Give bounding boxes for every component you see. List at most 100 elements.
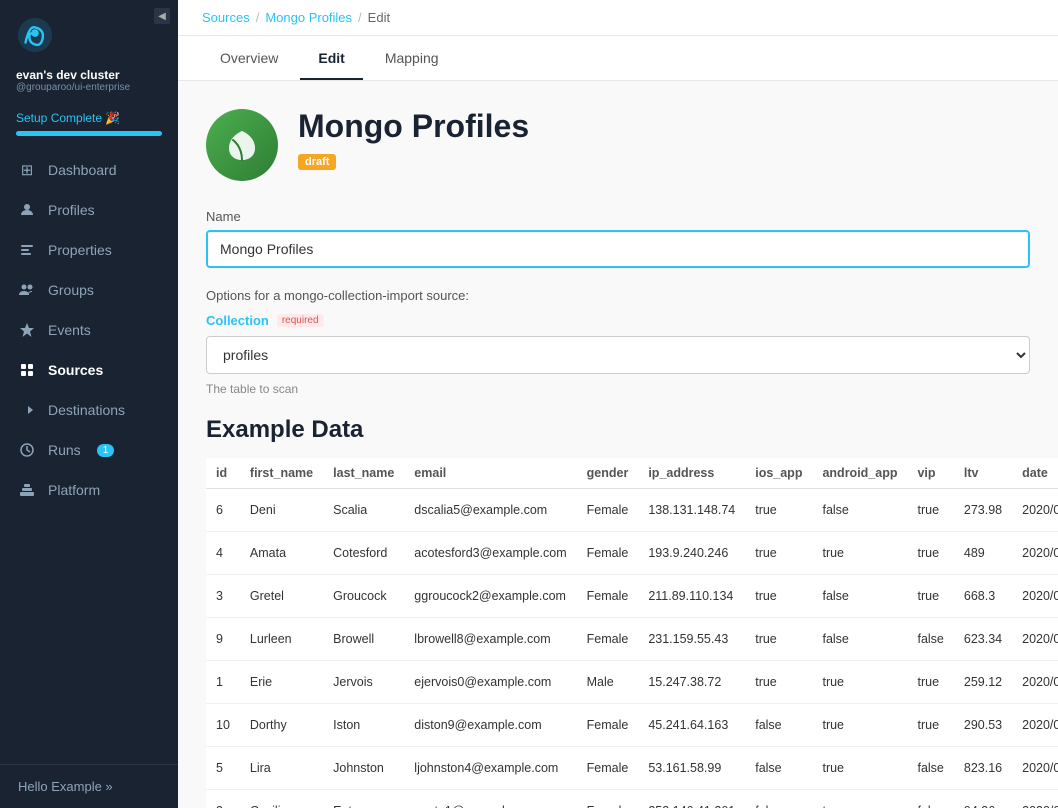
cell-ios_app: true	[745, 618, 812, 661]
cell-last_name: Iston	[323, 704, 404, 747]
example-data-title: Example Data	[206, 416, 1030, 444]
collection-select[interactable]: profiles	[206, 336, 1030, 374]
cell-android_app: false	[812, 489, 907, 532]
cell-email: lbrowell8@example.com	[404, 618, 576, 661]
cell-id: 9	[206, 618, 240, 661]
sidebar-item-destinations[interactable]: Destinations	[0, 390, 178, 430]
col-last-name: last_name	[323, 458, 404, 489]
name-label: Name	[206, 209, 1030, 224]
cell-ios_app: true	[745, 532, 812, 575]
table-body: 6DeniScaliadscalia5@example.comFemale138…	[206, 489, 1058, 808]
sources-icon	[18, 361, 36, 379]
breadcrumb-sep-2: /	[358, 10, 362, 25]
cell-ip_address: 138.131.148.74	[638, 489, 745, 532]
cell-first_name: Erie	[240, 661, 323, 704]
breadcrumb-mongo-profiles[interactable]: Mongo Profiles	[265, 10, 352, 25]
cell-ltv: 623.34	[954, 618, 1012, 661]
cell-last_name: Groucock	[323, 575, 404, 618]
sidebar-item-label-profiles: Profiles	[48, 202, 95, 218]
cell-android_app: true	[812, 704, 907, 747]
table-row: 5LiraJohnstonljohnston4@example.comFemal…	[206, 747, 1058, 790]
dashboard-icon: ⊞	[18, 161, 36, 179]
cell-id: 6	[206, 489, 240, 532]
sidebar-item-sources[interactable]: Sources	[0, 350, 178, 390]
cell-ltv: 259.12	[954, 661, 1012, 704]
setup-progress-bar	[16, 131, 162, 136]
cell-last_name: Browell	[323, 618, 404, 661]
sidebar-item-groups[interactable]: Groups	[0, 270, 178, 310]
cell-id: 1	[206, 661, 240, 704]
col-ip-address: ip_address	[638, 458, 745, 489]
cell-android_app: false	[812, 618, 907, 661]
sidebar-item-platform[interactable]: Platform	[0, 470, 178, 510]
cell-vip: true	[907, 532, 953, 575]
breadcrumb-sources[interactable]: Sources	[202, 10, 250, 25]
cell-gender: Female	[577, 575, 639, 618]
cell-last_name: Johnston	[323, 747, 404, 790]
cell-email: ggroucock2@example.com	[404, 575, 576, 618]
col-id: id	[206, 458, 240, 489]
sidebar-item-label-dashboard: Dashboard	[48, 162, 117, 178]
cell-ios_app: true	[745, 575, 812, 618]
collection-hint: The table to scan	[206, 382, 1030, 396]
table-row: 10DorthyIstondiston9@example.comFemale45…	[206, 704, 1058, 747]
cell-ios_app: true	[745, 661, 812, 704]
cell-date: 2020/02/10	[1012, 704, 1058, 747]
cell-email: ceate1@example.com	[404, 790, 576, 808]
cell-date: 2020/02/06	[1012, 489, 1058, 532]
sidebar-footer[interactable]: Hello Example »	[0, 764, 178, 808]
col-email: email	[404, 458, 576, 489]
sidebar-item-dashboard[interactable]: ⊞ Dashboard	[0, 150, 178, 190]
sidebar-collapse-button[interactable]: ◀	[154, 8, 170, 24]
cell-vip: false	[907, 618, 953, 661]
name-input[interactable]	[206, 230, 1030, 268]
cell-last_name: Jervois	[323, 661, 404, 704]
cell-ltv: 823.16	[954, 747, 1012, 790]
cell-ip_address: 193.9.240.246	[638, 532, 745, 575]
sidebar-item-events[interactable]: Events	[0, 310, 178, 350]
cell-ltv: 273.98	[954, 489, 1012, 532]
breadcrumb-edit: Edit	[368, 10, 390, 25]
table-row: 9LurleenBrowelllbrowell8@example.comFema…	[206, 618, 1058, 661]
sidebar-item-profiles[interactable]: Profiles	[0, 190, 178, 230]
sidebar-item-runs[interactable]: Runs 1	[0, 430, 178, 470]
col-android-app: android_app	[812, 458, 907, 489]
cell-android_app: true	[812, 747, 907, 790]
cell-android_app: true	[812, 661, 907, 704]
main-content: Sources / Mongo Profiles / Edit Overview…	[178, 0, 1058, 808]
cell-vip: true	[907, 489, 953, 532]
tab-overview[interactable]: Overview	[202, 36, 296, 80]
cell-ios_app: false	[745, 704, 812, 747]
cell-last_name: Scalia	[323, 489, 404, 532]
cell-gender: Female	[577, 489, 639, 532]
cell-ip_address: 15.247.38.72	[638, 661, 745, 704]
cell-gender: Male	[577, 661, 639, 704]
cell-vip: true	[907, 575, 953, 618]
collection-label-row: Collection required	[206, 313, 1030, 328]
cell-email: ljohnston4@example.com	[404, 747, 576, 790]
col-vip: vip	[907, 458, 953, 489]
sidebar-item-label-destinations: Destinations	[48, 402, 125, 418]
tab-mapping[interactable]: Mapping	[367, 36, 457, 80]
cell-ios_app: true	[745, 489, 812, 532]
options-section: Options for a mongo-collection-import so…	[206, 288, 1030, 396]
breadcrumb-sep-1: /	[256, 10, 260, 25]
tabs-bar: Overview Edit Mapping	[178, 36, 1058, 81]
tab-edit[interactable]: Edit	[300, 36, 362, 80]
cell-date: 2020/02/09	[1012, 618, 1058, 661]
table-row: 6DeniScaliadscalia5@example.comFemale138…	[206, 489, 1058, 532]
sidebar-item-properties[interactable]: Properties	[0, 230, 178, 270]
cell-email: acotesford3@example.com	[404, 532, 576, 575]
cell-ltv: 668.3	[954, 575, 1012, 618]
sidebar-item-label-sources: Sources	[48, 362, 103, 378]
cell-first_name: Amata	[240, 532, 323, 575]
cell-first_name: Lurleen	[240, 618, 323, 661]
cell-gender: Female	[577, 532, 639, 575]
col-ios-app: ios_app	[745, 458, 812, 489]
cell-ip_address: 45.241.64.163	[638, 704, 745, 747]
table-row: 3GretelGroucockggroucock2@example.comFem…	[206, 575, 1058, 618]
cell-email: ejervois0@example.com	[404, 661, 576, 704]
cell-date: 2020/02/03	[1012, 575, 1058, 618]
example-data-table: id first_name last_name email gender ip_…	[206, 458, 1058, 808]
runs-badge: 1	[97, 444, 115, 457]
